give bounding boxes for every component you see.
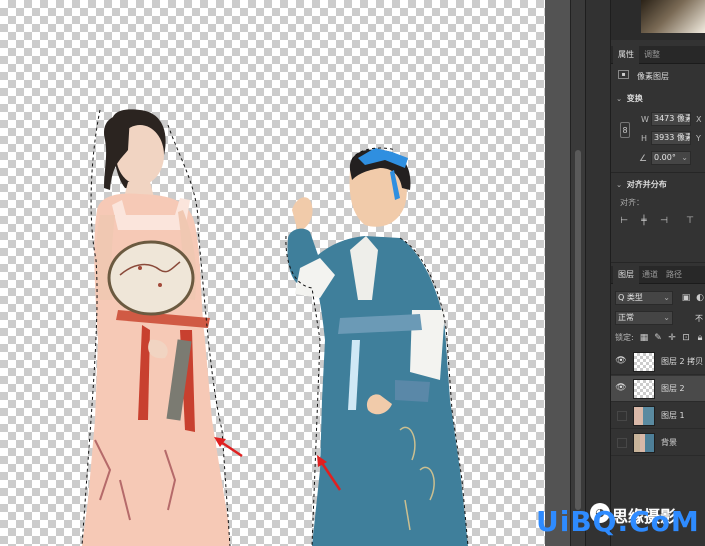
angle-field[interactable]: 0.00° ⌄ <box>651 151 691 165</box>
align-label: 对齐： <box>620 198 644 207</box>
divider <box>611 262 705 263</box>
blend-mode-select[interactable]: 正常 ⌄ <box>615 311 673 325</box>
tab-paths[interactable]: 路径 <box>661 266 687 284</box>
chevron-down-icon: ⌄ <box>616 95 622 103</box>
tab-channels[interactable]: 通道 <box>637 266 663 284</box>
angle-value: 0.00° <box>654 153 676 162</box>
properties-tabbar: 属性 调整 <box>611 46 705 64</box>
layer-filter-value: Q 类型 <box>618 293 643 302</box>
layer-row-layer-1[interactable]: 图层 1 <box>611 403 705 429</box>
layer-filter-select[interactable]: Q 类型 ⌄ <box>615 291 673 305</box>
align-left-icon[interactable]: ⊢ <box>617 214 631 228</box>
tab-adjustments[interactable]: 调整 <box>639 46 665 64</box>
height-field[interactable]: 3933 像素 <box>651 131 691 145</box>
lock-row: 锁定: ▦ ✎ ✛ ⊡ 🔒︎ <box>611 329 705 347</box>
layer-thumbnail <box>633 406 655 426</box>
align-label-row: 对齐： <box>611 194 705 212</box>
opacity-label: 不 <box>695 314 703 323</box>
layer-name: 图层 2 拷贝 <box>661 357 704 366</box>
boy-figure <box>285 147 469 546</box>
lock-position-icon[interactable]: ✛ <box>665 331 679 345</box>
color-gradient-field[interactable] <box>641 0 705 33</box>
layer-thumbnail <box>633 433 655 453</box>
layer-row-background[interactable]: 背景 <box>611 430 705 456</box>
canvas-vertical-scrollbar[interactable] <box>570 0 585 546</box>
layer-type-label: 像素图层 <box>637 72 669 81</box>
transform-title: 变换 <box>626 94 643 103</box>
align-right-icon[interactable]: ⊣ <box>657 214 671 228</box>
tab-layers[interactable]: 图层 <box>613 266 639 284</box>
layer-thumbnail <box>633 352 655 372</box>
layer-thumbnail <box>633 379 655 399</box>
layer-name: 图层 2 <box>661 384 685 393</box>
align-center-horizontal-icon[interactable]: ╪ <box>637 214 651 228</box>
panel-dock-strip <box>585 0 611 546</box>
eye-icon[interactable]: 👁︎ <box>615 355 627 367</box>
angle-dropdown-icon[interactable]: ⌄ <box>681 152 688 164</box>
divider <box>611 172 705 173</box>
girl-figure <box>81 109 231 546</box>
tab-properties[interactable]: 属性 <box>613 46 639 64</box>
align-top-icon[interactable]: ⊤ <box>683 214 697 228</box>
eye-icon[interactable]: 👁︎ <box>615 382 627 394</box>
lock-all-icon[interactable]: 🔒︎ <box>693 331 705 345</box>
visibility-toggle-off[interactable] <box>617 438 627 448</box>
layer-name: 图层 1 <box>661 411 685 420</box>
pixel-layer-icon: ▪ <box>618 70 629 79</box>
chevron-down-icon: ⌄ <box>616 181 622 189</box>
align-title: 对齐并分布 <box>626 180 667 189</box>
watermark-brand: UiBQ.CoM <box>536 505 700 538</box>
transform-section-header[interactable]: ⌄ 变换 <box>611 90 705 108</box>
chevron-down-icon: ⌄ <box>663 313 670 322</box>
lock-paint-icon[interactable]: ✎ <box>651 331 665 345</box>
document-canvas[interactable] <box>0 0 545 546</box>
width-label: W <box>641 115 649 124</box>
canvas-artwork <box>81 109 469 546</box>
link-icon[interactable]: 8 <box>620 122 630 138</box>
chevron-down-icon: ⌄ <box>663 293 670 302</box>
x-label: X <box>696 115 702 124</box>
width-field[interactable]: 3473 像素 <box>651 112 691 126</box>
photoshop-window: 属性 调整 ▪ 像素图层 ⌄ 变换 W 3473 像素 X 8 H 3933 像… <box>0 0 705 546</box>
blend-mode-value: 正常 <box>618 313 634 322</box>
align-section-header[interactable]: ⌄ 对齐并分布 <box>611 176 705 194</box>
color-panel <box>611 0 705 40</box>
layer-name: 背景 <box>661 438 677 447</box>
filter-pixel-icon[interactable]: ▣ <box>679 291 693 305</box>
layer-row-layer-2[interactable]: 👁︎ 图层 2 <box>611 376 705 402</box>
visibility-toggle-off[interactable] <box>617 411 627 421</box>
lock-artboard-icon[interactable]: ⊡ <box>679 331 693 345</box>
filter-adjustment-icon[interactable]: ◐ <box>693 291 705 305</box>
y-label: Y <box>696 134 701 143</box>
lock-transparency-icon[interactable]: ▦ <box>637 331 651 345</box>
scrollbar-thumb[interactable] <box>575 150 581 510</box>
layer-type-row: ▪ 像素图层 <box>611 68 705 86</box>
right-panel-dock: 属性 调整 ▪ 像素图层 ⌄ 变换 W 3473 像素 X 8 H 3933 像… <box>611 0 705 546</box>
angle-icon: ∠ <box>639 154 648 164</box>
canvas-pasteboard <box>545 0 570 546</box>
layer-row-layer-2-copy[interactable]: 👁︎ 图层 2 拷贝 <box>611 349 705 375</box>
lock-label: 锁定: <box>615 333 634 342</box>
layers-tabbar: 图层 通道 路径 <box>611 266 705 284</box>
height-label: H <box>641 134 648 143</box>
